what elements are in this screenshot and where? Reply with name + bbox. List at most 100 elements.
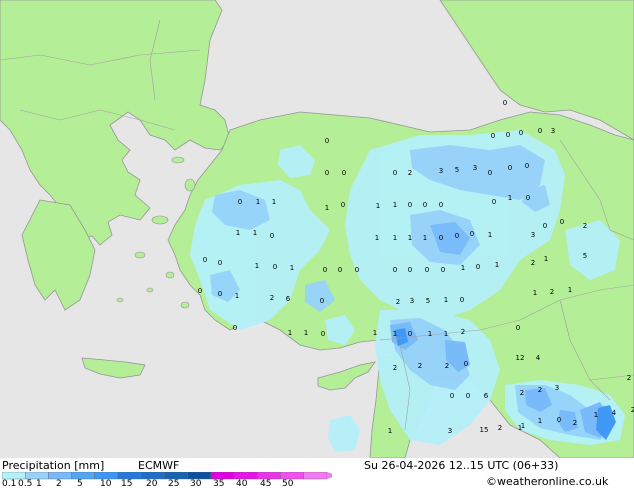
station-value: 4 bbox=[612, 409, 617, 417]
station-value: 1 bbox=[256, 198, 260, 206]
map-canvas: 0 0 0 0 0 1 0 0 0 0 0 3 0 0 0 1 1 0 0 0 2 3 5 3 0 1 0 0 0 2 0 1 1 1 1 0 1 1 1 1… bbox=[0, 0, 634, 459]
station-value: 1 bbox=[444, 330, 448, 338]
station-value: 1 bbox=[538, 417, 542, 425]
footer-bar: Precipitation [mm] ECMWF Su 26-04-2026 1… bbox=[0, 458, 634, 490]
station-value: 1 bbox=[594, 411, 598, 419]
station-value: 1 bbox=[568, 286, 572, 294]
station-value: 2 bbox=[538, 386, 542, 394]
station-value: 2 bbox=[461, 328, 465, 336]
station-value: 6 bbox=[484, 392, 489, 400]
station-value: 1 bbox=[255, 262, 259, 270]
station-value: 3 bbox=[551, 127, 555, 135]
precipitation-map: 0 0 0 0 0 1 0 0 0 0 0 3 0 0 0 1 1 0 0 0 2 3 5 3 0 1 0 0 0 2 0 1 1 1 1 0 1 1 1 1… bbox=[0, 0, 634, 459]
station-value: 1 bbox=[444, 296, 448, 304]
station-value: 0 bbox=[519, 129, 523, 137]
station-value: 15 bbox=[480, 426, 489, 434]
station-value: 1 bbox=[253, 229, 257, 237]
station-value: 0 bbox=[323, 266, 327, 274]
station-value: 0 bbox=[441, 266, 445, 274]
station-value: 0 bbox=[408, 330, 412, 338]
legend-tick: 10 bbox=[100, 479, 112, 489]
legend-tick: 0.5 bbox=[18, 479, 33, 489]
station-value: 0 bbox=[341, 201, 345, 209]
legend-swatch bbox=[256, 472, 281, 480]
station-value: 0 bbox=[543, 222, 547, 230]
model-label: ECMWF bbox=[138, 459, 180, 472]
legend-tick: 2 bbox=[56, 479, 62, 489]
station-value: 3 bbox=[448, 427, 452, 435]
station-value: 0 bbox=[455, 232, 459, 240]
station-value: 1 bbox=[375, 234, 379, 242]
station-value: 2 bbox=[445, 362, 449, 370]
station-value: 0 bbox=[464, 360, 468, 368]
station-value: 5 bbox=[583, 252, 587, 260]
station-value: 1 bbox=[428, 330, 432, 338]
legend-tick: 0.1 bbox=[2, 479, 17, 489]
station-value: 1 bbox=[304, 329, 308, 337]
legend-tick: 5 bbox=[77, 479, 83, 489]
station-value: 0 bbox=[470, 230, 474, 238]
legend-tick: 40 bbox=[236, 479, 248, 489]
station-value: 0 bbox=[321, 330, 325, 338]
station-value: 12 bbox=[516, 354, 525, 362]
station-value: 0 bbox=[491, 132, 495, 140]
legend-swatch bbox=[48, 472, 72, 480]
station-value: 1 bbox=[408, 234, 412, 242]
station-value: 0 bbox=[423, 201, 427, 209]
legend-tick: 1 bbox=[36, 479, 42, 489]
station-value: 3 bbox=[410, 297, 414, 305]
station-value: 0 bbox=[218, 259, 222, 267]
station-value: 0 bbox=[218, 290, 222, 298]
station-value: 1 bbox=[373, 329, 377, 337]
station-value: 0 bbox=[488, 169, 492, 177]
station-value: 0 bbox=[355, 266, 359, 274]
legend-swatch bbox=[94, 472, 119, 480]
station-value: 1 bbox=[393, 201, 397, 209]
legend-tick: 50 bbox=[282, 479, 294, 489]
legend-swatch bbox=[2, 472, 26, 480]
station-value: 0 bbox=[439, 234, 443, 242]
station-value: 0 bbox=[525, 162, 529, 170]
station-value: 5 bbox=[455, 166, 459, 174]
station-value: 0 bbox=[408, 266, 412, 274]
legend-tick: 35 bbox=[213, 479, 225, 489]
legend-swatch bbox=[187, 472, 212, 480]
legend-tick: 25 bbox=[168, 479, 180, 489]
station-value: 0 bbox=[508, 164, 512, 172]
station-value: 0 bbox=[203, 256, 207, 264]
station-value: 6 bbox=[286, 295, 291, 303]
station-value: 0 bbox=[476, 263, 480, 271]
station-value: 2 bbox=[418, 362, 422, 370]
station-value: 4 bbox=[536, 354, 541, 362]
station-value: 1 bbox=[290, 264, 294, 272]
station-value: 0 bbox=[393, 266, 397, 274]
station-value: 0 bbox=[342, 169, 346, 177]
station-value: 0 bbox=[408, 201, 412, 209]
station-value: 0 bbox=[560, 218, 564, 226]
station-value: 0 bbox=[325, 169, 329, 177]
station-value: 1 bbox=[423, 234, 427, 242]
station-value: 1 bbox=[533, 289, 537, 297]
title-label: Precipitation [mm] bbox=[2, 459, 105, 472]
station-value: 3 bbox=[555, 384, 559, 392]
station-value: 2 bbox=[270, 294, 274, 302]
station-value: 2 bbox=[396, 298, 400, 306]
station-value: 0 bbox=[338, 266, 342, 274]
station-value: 0 bbox=[450, 392, 454, 400]
station-value: 5 bbox=[426, 297, 430, 305]
station-value: 1 bbox=[495, 261, 499, 269]
station-value: 0 bbox=[425, 266, 429, 274]
legend-tick: 15 bbox=[121, 479, 133, 489]
station-value: 0 bbox=[526, 194, 530, 202]
station-value: 1 bbox=[235, 292, 239, 300]
station-value: 0 bbox=[516, 324, 520, 332]
station-value: 2 bbox=[408, 169, 412, 177]
station-value: 2 bbox=[531, 259, 535, 267]
station-value: 3 bbox=[473, 164, 477, 172]
station-value: 1 bbox=[376, 202, 380, 210]
station-value: 2 bbox=[627, 374, 631, 382]
legend-arrow bbox=[326, 472, 332, 479]
station-value: 0 bbox=[557, 416, 561, 424]
station-value: 1 bbox=[488, 231, 492, 239]
valid-time-label: Su 26-04-2026 12..15 UTC (06+33) bbox=[364, 459, 559, 472]
